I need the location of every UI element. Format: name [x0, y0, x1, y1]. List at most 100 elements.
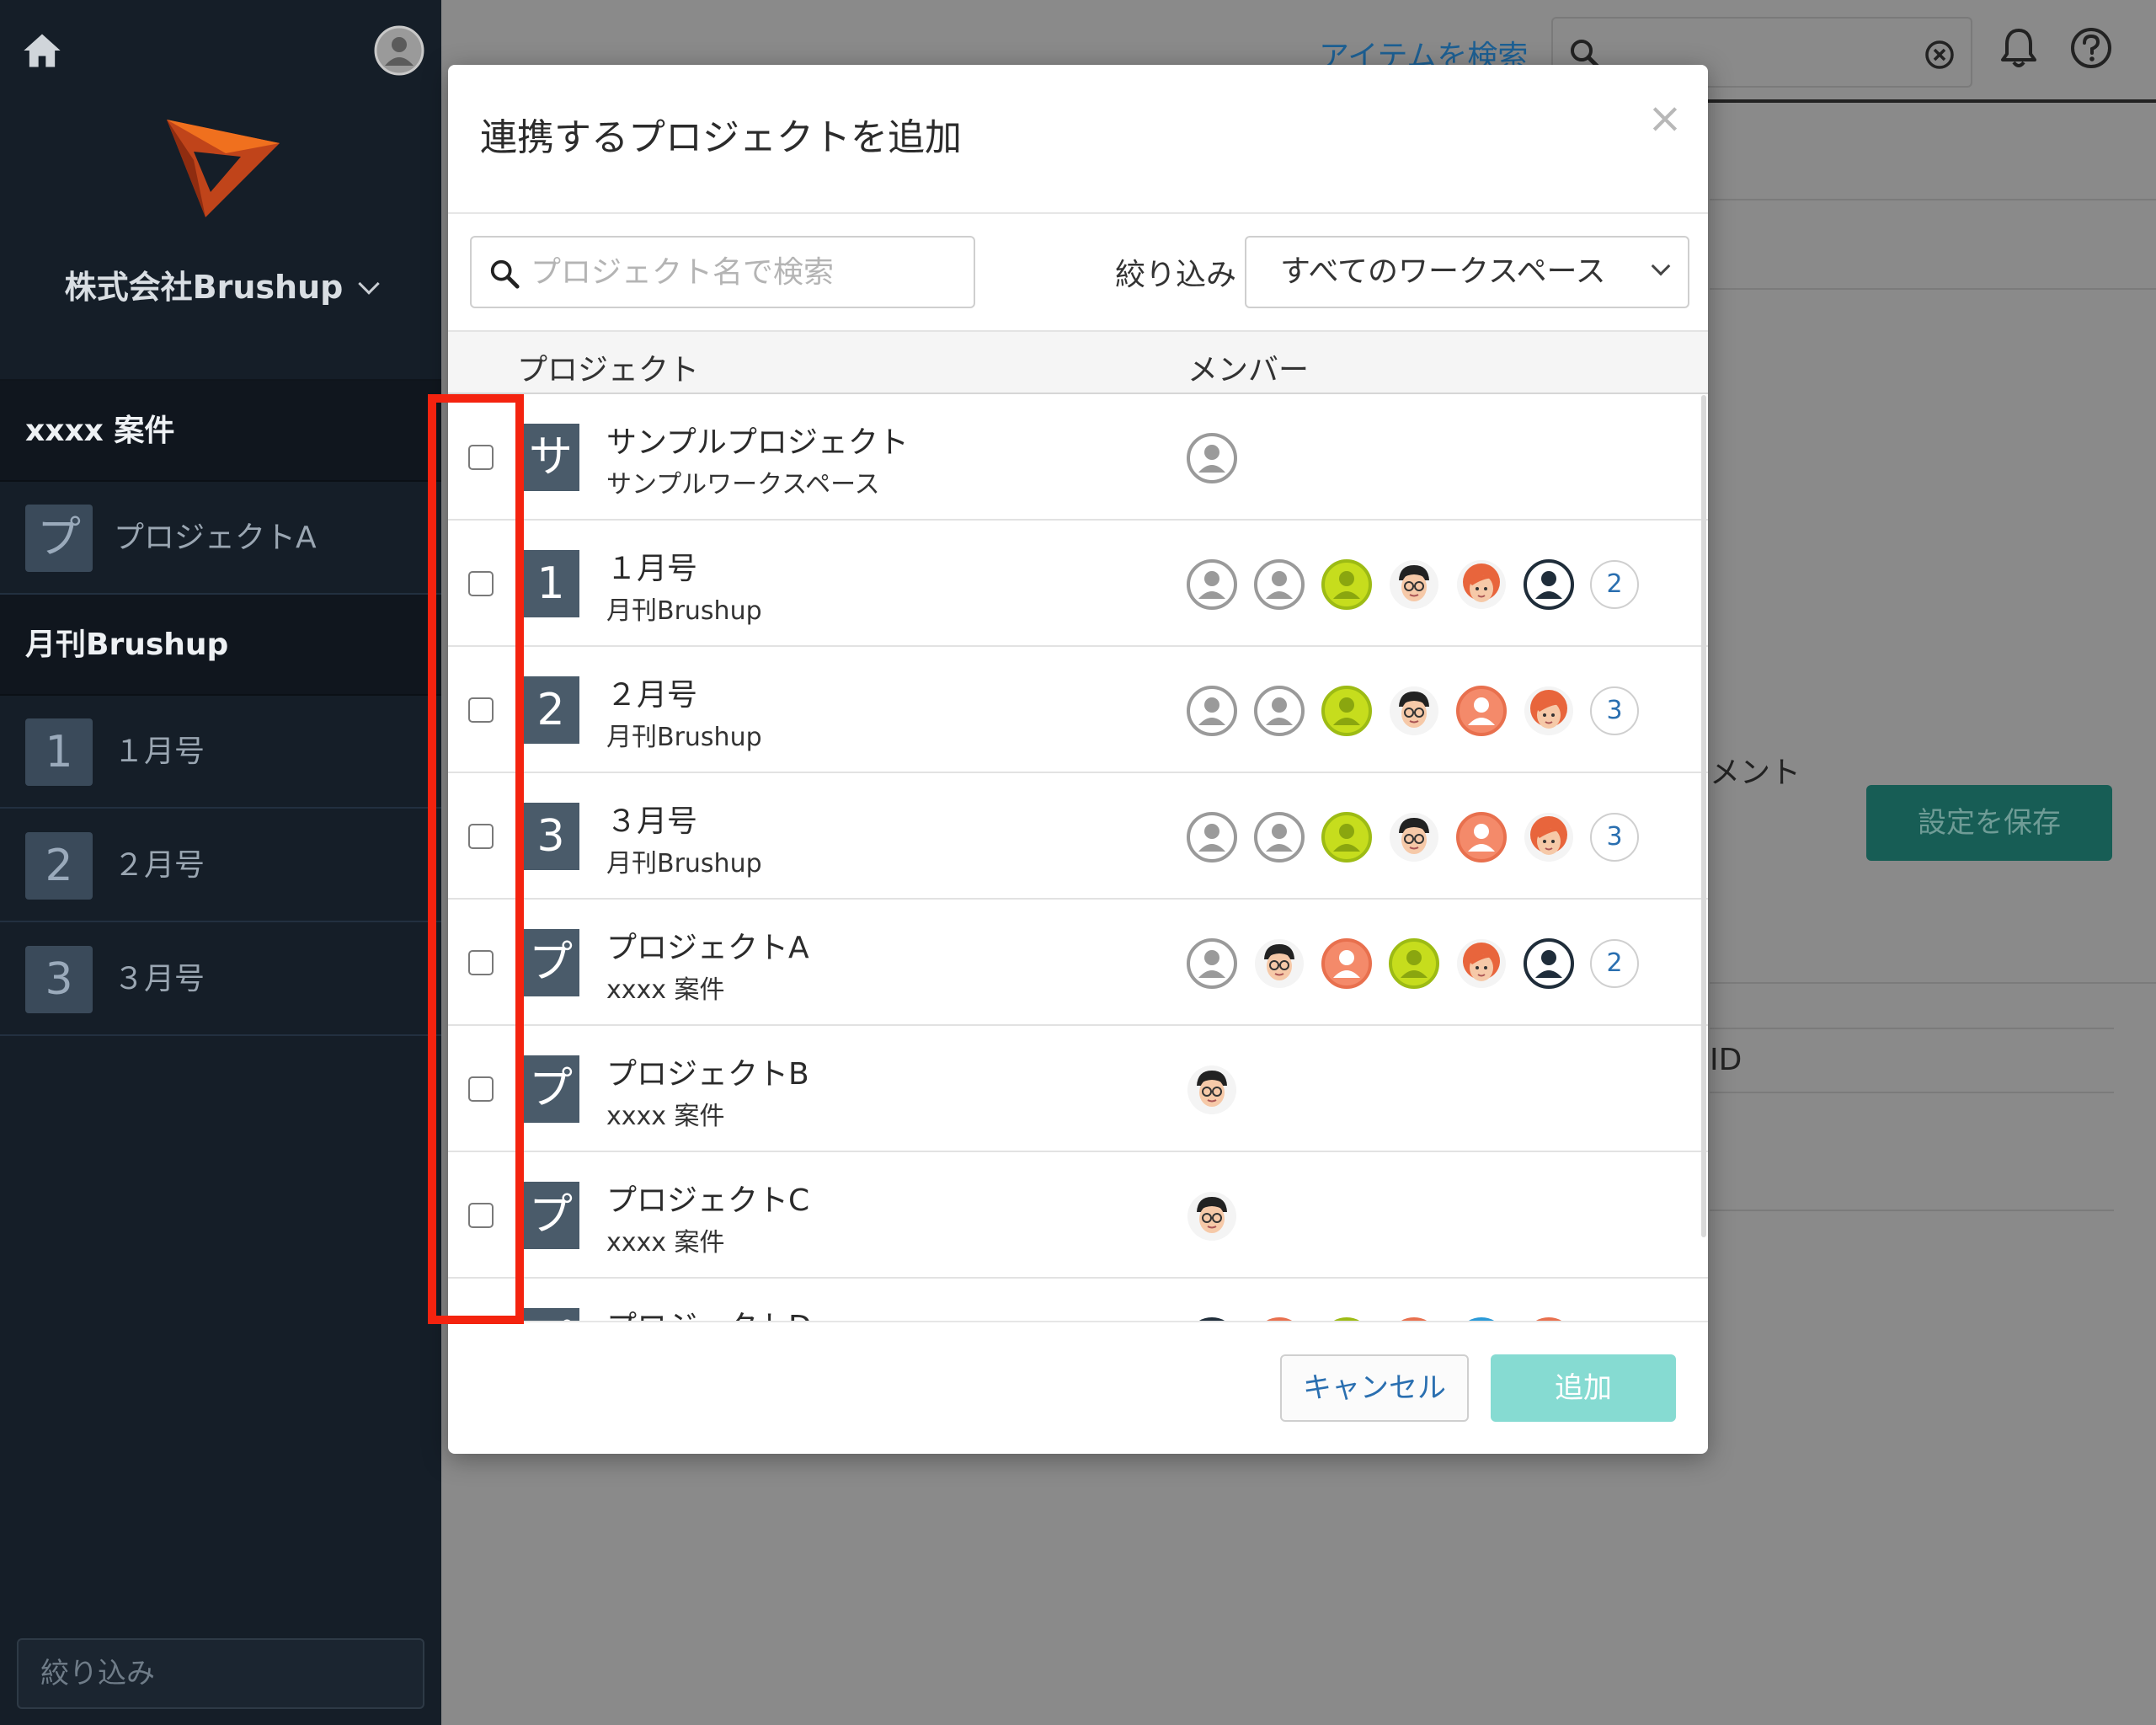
- member-avatar-icon: [1321, 559, 1372, 610]
- brushup-logo: [167, 120, 280, 217]
- member-avatar-icon: [1321, 812, 1372, 862]
- project-name: プロジェクトD: [606, 1302, 812, 1321]
- member-avatar-icon: [1390, 560, 1438, 609]
- project-workspace: 月刊Brushup: [606, 596, 762, 626]
- project-name: ２月号: [606, 678, 698, 713]
- member-avatar-icon: [1254, 812, 1305, 862]
- sidebar-group-monthly: 月刊Brushup: [0, 595, 441, 696]
- member-avatar-icon: [1187, 559, 1237, 610]
- chevron-down-icon: [358, 273, 381, 295]
- sidebar-item-march[interactable]: 3 ３月号: [0, 923, 441, 1036]
- project-badge: 1: [522, 550, 579, 617]
- member-overflow-count[interactable]: 3: [1590, 686, 1639, 735]
- divider: [1710, 199, 2156, 200]
- member-avatar-icon: [1524, 559, 1574, 610]
- cancel-button[interactable]: キャンセル: [1280, 1354, 1469, 1422]
- member-avatar-icon: [1390, 813, 1438, 862]
- member-avatar-icon: [1390, 686, 1438, 735]
- project-badge: 2: [522, 676, 579, 744]
- member-avatar-icon: [1187, 812, 1237, 862]
- organization-name: 株式会社Brushup: [64, 269, 344, 306]
- project-workspace: 月刊Brushup: [606, 723, 762, 752]
- project-badge: 3: [522, 803, 579, 870]
- comment-label-fragment: メント: [1710, 756, 1801, 790]
- dialog-title: 連携するプロジェクトを追加: [480, 116, 962, 159]
- project-workspace: サンプルワークスペース: [606, 470, 880, 499]
- sidebar-item-february[interactable]: 2 ２月号: [0, 809, 441, 922]
- member-avatar-icon: [1524, 813, 1573, 862]
- member-avatar-icon: [1187, 938, 1237, 989]
- project-badge: プ: [522, 1182, 579, 1249]
- project-badge: プ: [522, 1055, 579, 1123]
- add-project-dialog: 連携するプロジェクトを追加 × 絞り込み すべてのワークスペース プロジェクト …: [448, 65, 1708, 1454]
- sidebar-filter-input[interactable]: 絞り込み: [17, 1638, 424, 1709]
- project-workspace: xxxx 案件: [606, 1102, 725, 1131]
- sidebar: 株式会社Brushup xxxx 案件 プ プロジェクトA 月刊Brushup …: [0, 0, 441, 1725]
- project-name: １月号: [606, 552, 698, 586]
- project-row[interactable]: プ プロジェクトC xxxx 案件: [448, 1152, 1708, 1279]
- member-avatar-icon: [1187, 686, 1237, 736]
- project-row[interactable]: 2 ２月号 月刊Brushup 3: [448, 647, 1708, 773]
- project-badge: 3: [25, 946, 93, 1013]
- member-avatar-icon: [1456, 812, 1507, 862]
- project-name: サンプルプロジェクト: [606, 425, 909, 460]
- member-overflow-count[interactable]: 2: [1590, 939, 1639, 988]
- search-icon: [490, 259, 520, 289]
- table-header: プロジェクト メンバー: [448, 330, 1708, 394]
- divider: [1710, 982, 2156, 984]
- project-row[interactable]: 3 ３月号 月刊Brushup 3: [448, 773, 1708, 900]
- project-search-input[interactable]: [531, 246, 960, 298]
- member-avatar-icon: [1187, 433, 1237, 483]
- project-row[interactable]: プ プロジェクトB xxxx 案件: [448, 1026, 1708, 1152]
- organization-switcher[interactable]: 株式会社Brushup: [0, 261, 441, 307]
- divider: [448, 212, 1708, 214]
- bell-icon[interactable]: [1996, 25, 2041, 71]
- project-row[interactable]: プ プロジェクトA xxxx 案件 2: [448, 900, 1708, 1026]
- save-settings-button[interactable]: 設定を保存: [1866, 785, 2112, 861]
- close-icon[interactable]: ×: [1647, 93, 1683, 142]
- project-list[interactable]: サ サンプルプロジェクト サンプルワークスペース 1 １月号 月刊Brushup: [448, 394, 1708, 1321]
- sidebar-item-project-a[interactable]: プ プロジェクトA: [0, 482, 441, 595]
- divider: [1710, 1028, 2114, 1029]
- member-overflow-count[interactable]: 3: [1590, 813, 1639, 862]
- member-avatar-icon: [1254, 686, 1305, 736]
- id-label-fragment: ID: [1710, 1043, 1742, 1077]
- member-avatar-icon: [1457, 939, 1506, 988]
- divider: [1710, 1092, 2114, 1093]
- project-row[interactable]: サ サンプルプロジェクト サンプルワークスペース: [448, 394, 1708, 521]
- member-avatar-icon: [1457, 560, 1506, 609]
- clear-icon[interactable]: [1924, 39, 1956, 71]
- sidebar-item-label: プロジェクトA: [114, 521, 317, 555]
- member-avatar-icon: [1187, 1192, 1236, 1241]
- column-header-project: プロジェクト: [517, 353, 700, 387]
- sidebar-item-label: ２月号: [114, 848, 205, 883]
- project-search-field[interactable]: [470, 236, 975, 308]
- member-avatar-icon: [1524, 686, 1573, 735]
- sidebar-item-january[interactable]: 1 １月号: [0, 696, 441, 809]
- project-badge: サ: [522, 424, 579, 491]
- workspace-filter-select[interactable]: すべてのワークスペース: [1245, 236, 1689, 308]
- divider: [1710, 1210, 2114, 1211]
- workspace-filter-value: すべてのワークスペース: [1280, 254, 1606, 289]
- help-icon[interactable]: [2068, 25, 2114, 71]
- project-name: プロジェクトB: [606, 1057, 809, 1092]
- column-header-members: メンバー: [1187, 353, 1310, 387]
- project-badge: プ: [25, 505, 93, 572]
- add-button[interactable]: 追加: [1491, 1354, 1676, 1422]
- member-overflow-count[interactable]: 2: [1590, 560, 1639, 609]
- checkbox-column-highlight: [428, 394, 524, 1324]
- scrollbar[interactable]: [1701, 395, 1706, 1237]
- home-icon[interactable]: [20, 29, 64, 72]
- project-workspace: xxxx 案件: [606, 1228, 725, 1258]
- member-avatar-icon: [1456, 686, 1507, 736]
- project-row[interactable]: 1 １月号 月刊Brushup 2: [448, 521, 1708, 647]
- filter-label: 絞り込み: [1115, 258, 1237, 292]
- project-badge: 1: [25, 718, 93, 786]
- member-avatar-icon: [1389, 938, 1439, 989]
- project-row[interactable]: プ プロジェクトD: [448, 1279, 1708, 1321]
- member-avatar-icon: [1321, 938, 1372, 989]
- header-underline: [1701, 99, 2156, 103]
- member-avatar-icon: [1321, 686, 1372, 736]
- user-avatar-icon[interactable]: [374, 25, 424, 76]
- project-workspace: xxxx 案件: [606, 975, 725, 1005]
